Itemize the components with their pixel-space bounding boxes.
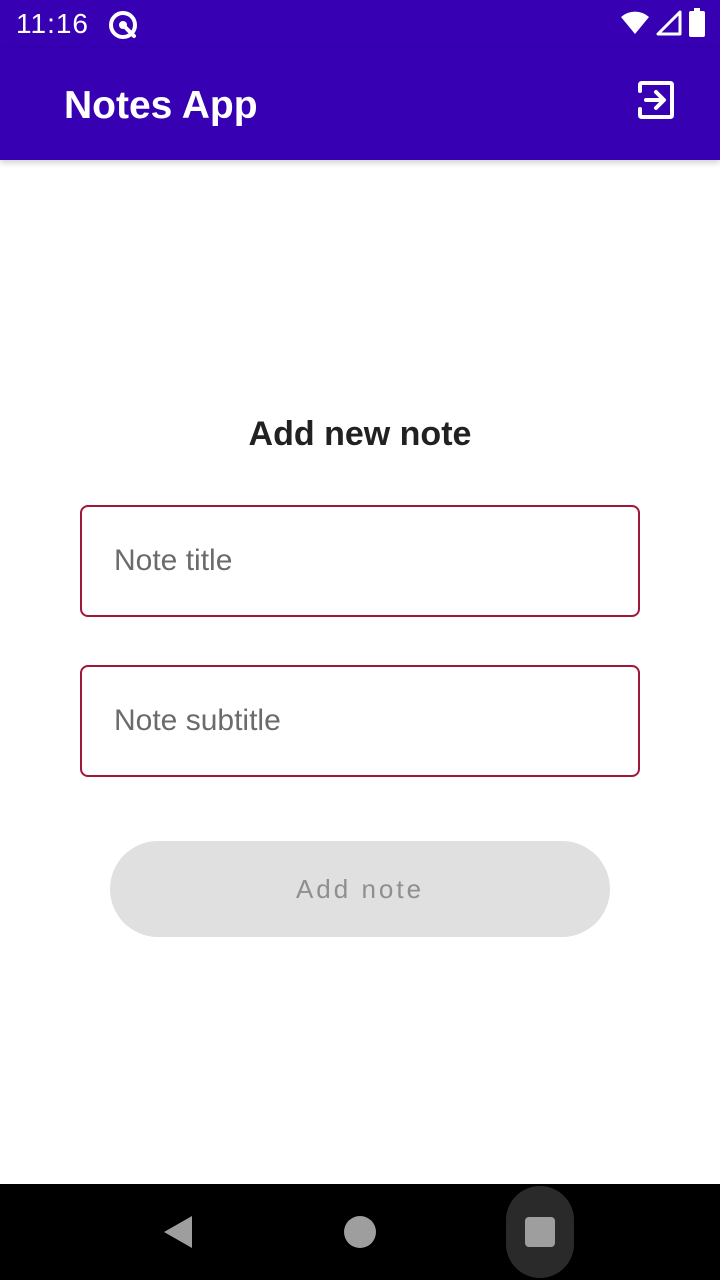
logout-button[interactable] — [632, 78, 680, 126]
status-time: 11:16 — [16, 8, 89, 39]
notification-icon — [106, 8, 140, 42]
app-title: Notes App — [64, 84, 258, 127]
note-title-field[interactable] — [80, 505, 640, 617]
note-subtitle-field[interactable] — [80, 665, 640, 777]
recents-icon — [525, 1217, 555, 1247]
home-icon[interactable] — [344, 1216, 376, 1248]
status-bar: 11:16 — [0, 0, 720, 48]
recents-button[interactable] — [506, 1186, 574, 1278]
app-bar: Notes App — [0, 48, 720, 160]
page-title: Add new note — [248, 415, 472, 453]
screen: 11:16 Notes App Add new note Note title … — [0, 0, 720, 1280]
signal-icon — [656, 10, 682, 41]
wifi-icon — [620, 10, 650, 41]
status-icons — [620, 7, 706, 43]
back-icon[interactable] — [160, 1212, 200, 1252]
note-subtitle-input[interactable] — [82, 667, 638, 775]
navigation-bar — [0, 1184, 720, 1280]
add-note-button[interactable]: Add note — [110, 841, 610, 937]
note-title-input[interactable] — [82, 507, 638, 615]
logout-icon — [636, 80, 676, 125]
battery-icon — [688, 7, 706, 43]
